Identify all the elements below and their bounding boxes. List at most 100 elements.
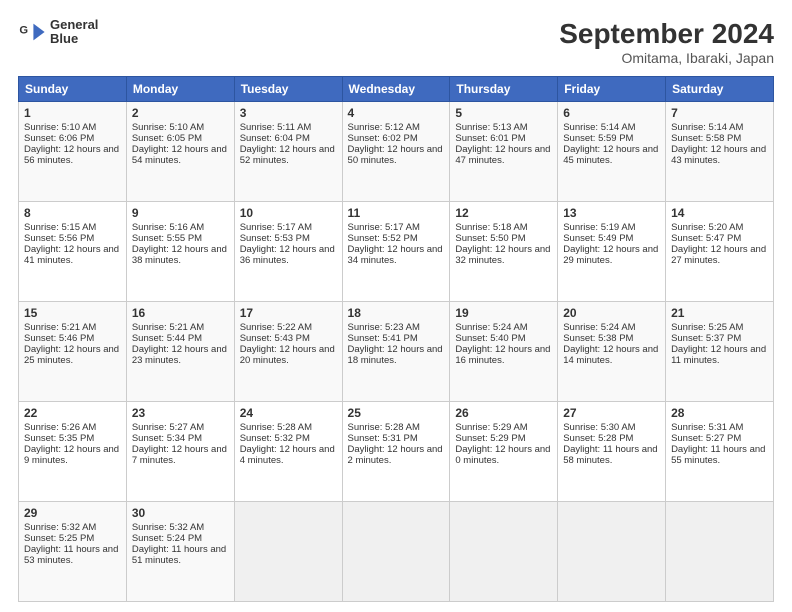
table-row: 27 Sunrise: 5:30 AM Sunset: 5:28 PM Dayl… <box>558 402 666 502</box>
table-row: 21 Sunrise: 5:25 AM Sunset: 5:37 PM Dayl… <box>666 302 774 402</box>
sunset-label: Sunset: 5:28 PM <box>563 433 633 444</box>
sunset-label: Sunset: 5:35 PM <box>24 433 94 444</box>
daylight-label: Daylight: 12 hours and 29 minutes. <box>563 244 658 266</box>
table-row: 11 Sunrise: 5:17 AM Sunset: 5:52 PM Dayl… <box>342 202 450 302</box>
sunset-label: Sunset: 5:56 PM <box>24 233 94 244</box>
day-number: 28 <box>671 406 768 420</box>
day-number: 22 <box>24 406 121 420</box>
day-number: 2 <box>132 106 229 120</box>
day-number: 8 <box>24 206 121 220</box>
sunrise-label: Sunrise: 5:13 AM <box>455 122 527 133</box>
day-number: 18 <box>348 306 445 320</box>
sunrise-label: Sunrise: 5:10 AM <box>132 122 204 133</box>
logo-line1: General <box>50 18 98 32</box>
day-number: 7 <box>671 106 768 120</box>
daylight-label: Daylight: 12 hours and 52 minutes. <box>240 144 335 166</box>
sunset-label: Sunset: 5:52 PM <box>348 233 418 244</box>
daylight-label: Daylight: 12 hours and 54 minutes. <box>132 144 227 166</box>
sunset-label: Sunset: 5:43 PM <box>240 333 310 344</box>
daylight-label: Daylight: 11 hours and 55 minutes. <box>671 444 765 466</box>
sunset-label: Sunset: 6:01 PM <box>455 133 525 144</box>
day-number: 17 <box>240 306 337 320</box>
header-row: Sunday Monday Tuesday Wednesday Thursday… <box>19 77 774 102</box>
table-row: 24 Sunrise: 5:28 AM Sunset: 5:32 PM Dayl… <box>234 402 342 502</box>
day-number: 11 <box>348 206 445 220</box>
table-row: 6 Sunrise: 5:14 AM Sunset: 5:59 PM Dayli… <box>558 102 666 202</box>
table-row: 12 Sunrise: 5:18 AM Sunset: 5:50 PM Dayl… <box>450 202 558 302</box>
table-row: 25 Sunrise: 5:28 AM Sunset: 5:31 PM Dayl… <box>342 402 450 502</box>
sunset-label: Sunset: 5:32 PM <box>240 433 310 444</box>
sunset-label: Sunset: 5:59 PM <box>563 133 633 144</box>
daylight-label: Daylight: 11 hours and 53 minutes. <box>24 544 118 566</box>
table-row: 19 Sunrise: 5:24 AM Sunset: 5:40 PM Dayl… <box>450 302 558 402</box>
sunrise-label: Sunrise: 5:15 AM <box>24 222 96 233</box>
logo: G General Blue <box>18 18 98 47</box>
day-number: 23 <box>132 406 229 420</box>
table-row: 5 Sunrise: 5:13 AM Sunset: 6:01 PM Dayli… <box>450 102 558 202</box>
sunrise-label: Sunrise: 5:30 AM <box>563 422 635 433</box>
daylight-label: Daylight: 12 hours and 34 minutes. <box>348 244 443 266</box>
sunset-label: Sunset: 5:50 PM <box>455 233 525 244</box>
day-number: 26 <box>455 406 552 420</box>
sunrise-label: Sunrise: 5:11 AM <box>240 122 312 133</box>
table-row: 8 Sunrise: 5:15 AM Sunset: 5:56 PM Dayli… <box>19 202 127 302</box>
sunset-label: Sunset: 6:02 PM <box>348 133 418 144</box>
table-row: 15 Sunrise: 5:21 AM Sunset: 5:46 PM Dayl… <box>19 302 127 402</box>
daylight-label: Daylight: 12 hours and 50 minutes. <box>348 144 443 166</box>
col-friday: Friday <box>558 77 666 102</box>
daylight-label: Daylight: 12 hours and 16 minutes. <box>455 344 550 366</box>
daylight-label: Daylight: 11 hours and 51 minutes. <box>132 544 226 566</box>
table-row: 1 Sunrise: 5:10 AM Sunset: 6:06 PM Dayli… <box>19 102 127 202</box>
day-number: 19 <box>455 306 552 320</box>
day-number: 25 <box>348 406 445 420</box>
sunset-label: Sunset: 5:44 PM <box>132 333 202 344</box>
table-row: 23 Sunrise: 5:27 AM Sunset: 5:34 PM Dayl… <box>126 402 234 502</box>
calendar-week-row: 22 Sunrise: 5:26 AM Sunset: 5:35 PM Dayl… <box>19 402 774 502</box>
sunset-label: Sunset: 5:41 PM <box>348 333 418 344</box>
month-title: September 2024 <box>559 18 774 50</box>
col-saturday: Saturday <box>666 77 774 102</box>
table-row: 14 Sunrise: 5:20 AM Sunset: 5:47 PM Dayl… <box>666 202 774 302</box>
day-number: 13 <box>563 206 660 220</box>
sunset-label: Sunset: 6:06 PM <box>24 133 94 144</box>
day-number: 29 <box>24 506 121 520</box>
daylight-label: Daylight: 12 hours and 11 minutes. <box>671 344 766 366</box>
calendar-week-row: 15 Sunrise: 5:21 AM Sunset: 5:46 PM Dayl… <box>19 302 774 402</box>
sunrise-label: Sunrise: 5:28 AM <box>240 422 312 433</box>
sunset-label: Sunset: 5:34 PM <box>132 433 202 444</box>
col-wednesday: Wednesday <box>342 77 450 102</box>
daylight-label: Daylight: 12 hours and 7 minutes. <box>132 444 227 466</box>
location-subtitle: Omitama, Ibaraki, Japan <box>559 50 774 66</box>
page-header: G General Blue September 2024 Omitama, I… <box>18 18 774 66</box>
daylight-label: Daylight: 12 hours and 4 minutes. <box>240 444 335 466</box>
table-row: 22 Sunrise: 5:26 AM Sunset: 5:35 PM Dayl… <box>19 402 127 502</box>
table-row: 2 Sunrise: 5:10 AM Sunset: 6:05 PM Dayli… <box>126 102 234 202</box>
daylight-label: Daylight: 12 hours and 25 minutes. <box>24 344 119 366</box>
sunrise-label: Sunrise: 5:27 AM <box>132 422 204 433</box>
sunrise-label: Sunrise: 5:25 AM <box>671 322 743 333</box>
calendar-body: 1 Sunrise: 5:10 AM Sunset: 6:06 PM Dayli… <box>19 102 774 602</box>
day-number: 24 <box>240 406 337 420</box>
daylight-label: Daylight: 12 hours and 45 minutes. <box>563 144 658 166</box>
sunset-label: Sunset: 5:55 PM <box>132 233 202 244</box>
day-number: 3 <box>240 106 337 120</box>
sunset-label: Sunset: 5:47 PM <box>671 233 741 244</box>
sunrise-label: Sunrise: 5:28 AM <box>348 422 420 433</box>
calendar-header: Sunday Monday Tuesday Wednesday Thursday… <box>19 77 774 102</box>
sunrise-label: Sunrise: 5:24 AM <box>455 322 527 333</box>
sunrise-label: Sunrise: 5:16 AM <box>132 222 204 233</box>
day-number: 27 <box>563 406 660 420</box>
col-thursday: Thursday <box>450 77 558 102</box>
daylight-label: Daylight: 12 hours and 43 minutes. <box>671 144 766 166</box>
day-number: 21 <box>671 306 768 320</box>
table-row: 26 Sunrise: 5:29 AM Sunset: 5:29 PM Dayl… <box>450 402 558 502</box>
sunset-label: Sunset: 5:49 PM <box>563 233 633 244</box>
table-row <box>558 502 666 602</box>
sunset-label: Sunset: 5:29 PM <box>455 433 525 444</box>
sunrise-label: Sunrise: 5:22 AM <box>240 322 312 333</box>
sunset-label: Sunset: 5:46 PM <box>24 333 94 344</box>
daylight-label: Daylight: 12 hours and 14 minutes. <box>563 344 658 366</box>
calendar-week-row: 8 Sunrise: 5:15 AM Sunset: 5:56 PM Dayli… <box>19 202 774 302</box>
calendar-week-row: 1 Sunrise: 5:10 AM Sunset: 6:06 PM Dayli… <box>19 102 774 202</box>
sunrise-label: Sunrise: 5:20 AM <box>671 222 743 233</box>
